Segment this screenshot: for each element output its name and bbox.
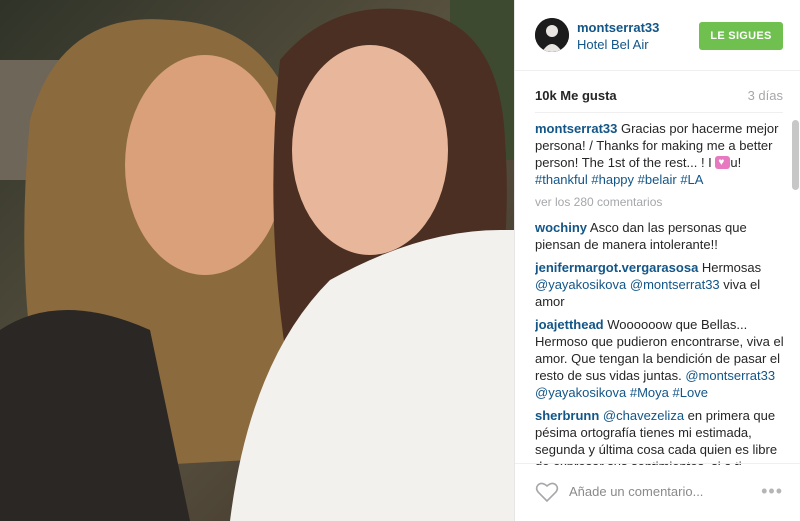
- comments-scrollbar[interactable]: [792, 120, 799, 190]
- hashtag[interactable]: #belair: [638, 172, 677, 187]
- instagram-post-view: montserrat33 Hotel Bel Air LE SIGUES 10k…: [0, 0, 800, 521]
- comments-list: montserrat33 Gracias por hacerme mejor p…: [535, 120, 785, 465]
- comment-username[interactable]: joajetthead: [535, 317, 604, 332]
- comment: wochiny Asco dan las personas que piensa…: [535, 219, 785, 253]
- mention[interactable]: @montserrat33: [630, 277, 720, 292]
- mention[interactable]: @yayakosikova: [535, 277, 626, 292]
- mention[interactable]: @chavezeliza: [603, 408, 684, 423]
- post-header: montserrat33 Hotel Bel Air LE SIGUES: [515, 0, 800, 71]
- post-photo[interactable]: [0, 0, 514, 521]
- hashtag[interactable]: #happy: [591, 172, 634, 187]
- mention[interactable]: @montserrat33: [685, 368, 775, 383]
- hashtag[interactable]: #Moya: [630, 385, 669, 400]
- view-more-comments-link[interactable]: ver los 280 comentarios: [535, 194, 785, 211]
- hashtag[interactable]: #Love: [673, 385, 708, 400]
- comment: joajetthead Woooooow que Bellas... Hermo…: [535, 316, 785, 401]
- heart-icon[interactable]: [535, 481, 559, 503]
- post-location[interactable]: Hotel Bel Air: [577, 37, 649, 52]
- caption-username[interactable]: montserrat33: [535, 121, 617, 136]
- caption: montserrat33 Gracias por hacerme mejor p…: [535, 120, 785, 188]
- post-username[interactable]: montserrat33: [577, 20, 659, 35]
- comment-footer: Añade un comentario... •••: [515, 463, 800, 521]
- heart-emoji-icon: [715, 154, 731, 171]
- caption-text-2: u!: [730, 155, 742, 170]
- more-options-icon[interactable]: •••: [761, 481, 783, 502]
- avatar-icon: [535, 18, 569, 52]
- comment-username[interactable]: sherbrunn: [535, 408, 599, 423]
- post-time[interactable]: 3 días: [748, 88, 783, 103]
- comment-username[interactable]: wochiny: [535, 220, 587, 235]
- avatar[interactable]: [535, 18, 569, 52]
- comment-username[interactable]: jenifermargot.vergarasosa: [535, 260, 698, 275]
- follow-button[interactable]: LE SIGUES: [699, 22, 783, 50]
- post-details-panel: montserrat33 Hotel Bel Air LE SIGUES 10k…: [514, 0, 800, 521]
- photo-illustration: [0, 0, 514, 521]
- hashtag[interactable]: #thankful: [535, 172, 588, 187]
- mention[interactable]: @yayakosikova: [535, 385, 626, 400]
- likes-count[interactable]: 10k Me gusta: [535, 88, 617, 103]
- add-comment-input[interactable]: Añade un comentario...: [569, 484, 703, 499]
- hashtag[interactable]: #LA: [680, 172, 703, 187]
- comment: sherbrunn @chavezeliza en primera que pé…: [535, 407, 785, 465]
- comment: jenifermargot.vergarasosa Hermosas @yaya…: [535, 259, 785, 310]
- comment-text: Hermosas: [698, 260, 762, 275]
- divider: [535, 112, 783, 113]
